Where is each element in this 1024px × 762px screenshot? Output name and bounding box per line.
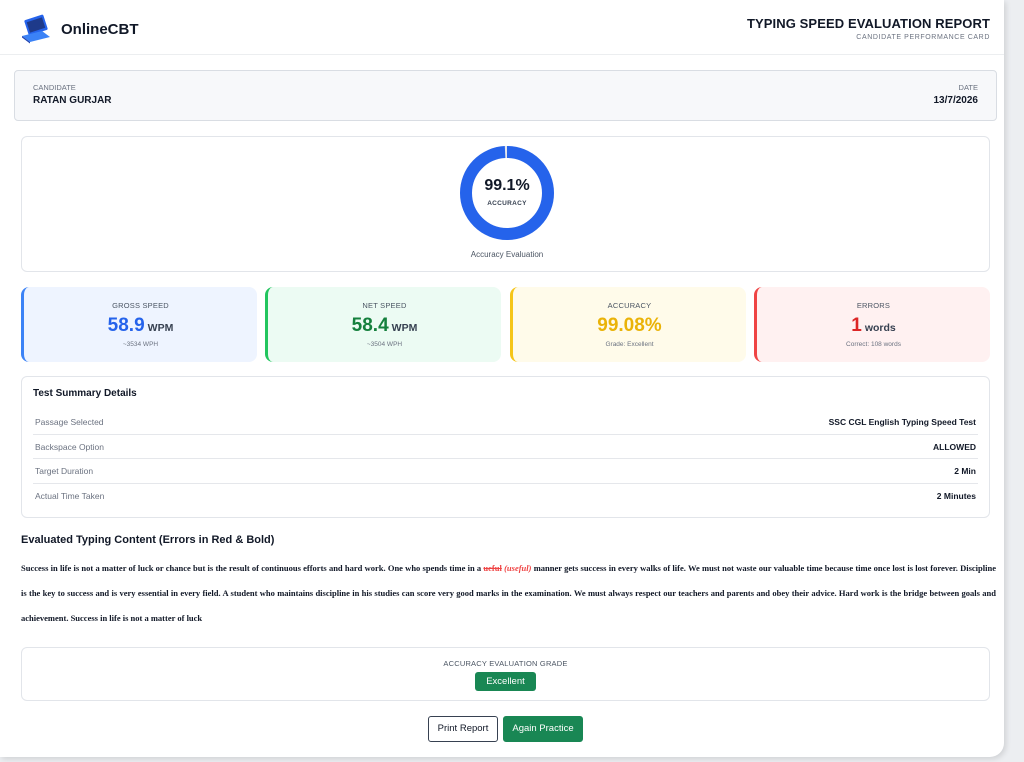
candidate-info: CANDIDATE RATAN GURJAR DATE 13/7/2026 (14, 70, 997, 121)
accuracy-label: ACCURACY (607, 301, 652, 310)
accuracy-grade-text: Grade: Excellent (605, 341, 654, 348)
errors-label: ERRORS (856, 301, 891, 310)
gross-speed-wph: ~3534 WPH (122, 341, 159, 348)
laptop-logo-icon (22, 14, 50, 44)
summary-row: Actual Time Taken 2 Minutes (33, 484, 978, 509)
correct-words-count: Correct: 108 words (846, 341, 901, 348)
summary-row: Target Duration 2 Min (33, 459, 978, 484)
net-speed-label: NET SPEED (362, 301, 407, 310)
grade-label: ACCURACY EVALUATION GRADE (443, 659, 568, 668)
summary-value: 2 Minutes (936, 490, 976, 501)
summary-title: Test Summary Details (33, 388, 137, 399)
report-title: TYPING SPEED EVALUATION REPORT (746, 16, 990, 31)
net-speed-wph: ~3504 WPH (366, 341, 403, 348)
summary-row: Backspace Option ALLOWED (33, 435, 978, 459)
report-header: OnlineCBT TYPING SPEED EVALUATION REPORT… (0, 0, 1004, 55)
accuracy-chart-panel: 99.1% ACCURACY Accuracy Evaluation (21, 136, 990, 272)
evaluated-passage: Success in life is not a matter of luck … (21, 556, 996, 631)
summary-row: Passage Selected SSC CGL English Typing … (33, 410, 978, 435)
accuracy-card: ACCURACY 99.08% Grade: Excellent (510, 287, 746, 362)
gross-speed-value: 58.9 (107, 315, 145, 336)
candidate-name: RATAN GURJAR (33, 95, 112, 106)
candidate-label: CANDIDATE (33, 83, 76, 92)
accuracy-value: 99.08% (597, 315, 662, 336)
report-subtitle: CANDIDATE PERFORMANCE CARD (856, 34, 990, 41)
net-speed-value: 58.4 (351, 315, 389, 336)
net-speed-card: NET SPEED 58.4 WPM ~3504 WPH (265, 287, 501, 362)
evaluated-content-title: Evaluated Typing Content (Errors in Red … (21, 534, 275, 546)
test-summary-panel: Test Summary Details Passage Selected SS… (21, 376, 990, 518)
summary-value: SSC CGL English Typing Speed Test (828, 417, 976, 427)
donut-value: 99.1% (484, 177, 530, 194)
date-label: DATE (958, 83, 978, 92)
summary-key: Passage Selected (35, 417, 104, 427)
error-correction: (useful) (504, 563, 532, 573)
test-date: 13/7/2026 (933, 95, 979, 106)
gross-speed-unit: WPM (147, 322, 174, 334)
summary-key: Target Duration (35, 466, 94, 476)
brand-name: OnlineCBT (61, 21, 139, 38)
donut-label: ACCURACY (487, 200, 527, 207)
error-word: ueful (483, 563, 502, 573)
grade-panel: ACCURACY EVALUATION GRADE Excellent (21, 647, 990, 701)
gross-speed-card: GROSS SPEED 58.9 WPM ~3534 WPH (21, 287, 257, 362)
errors-unit: words (864, 322, 896, 334)
net-speed-unit: WPM (391, 322, 418, 334)
summary-key: Backspace Option (35, 441, 104, 452)
errors-card: ERRORS 1 words Correct: 108 words (754, 287, 990, 362)
report-card: OnlineCBT TYPING SPEED EVALUATION REPORT… (0, 0, 1004, 757)
passage-text: Success in life is not a matter of luck … (21, 563, 484, 573)
summary-value: 2 Min (954, 466, 976, 476)
gross-speed-label: GROSS SPEED (112, 301, 169, 310)
summary-value: ALLOWED (933, 441, 976, 452)
grade-badge: Excellent (475, 672, 536, 691)
again-practice-button[interactable]: Again Practice (503, 716, 583, 742)
summary-key: Actual Time Taken (35, 490, 105, 501)
chart-caption: Accuracy Evaluation (470, 250, 544, 259)
errors-value: 1 (851, 315, 862, 336)
print-report-button[interactable]: Print Report (428, 716, 498, 742)
